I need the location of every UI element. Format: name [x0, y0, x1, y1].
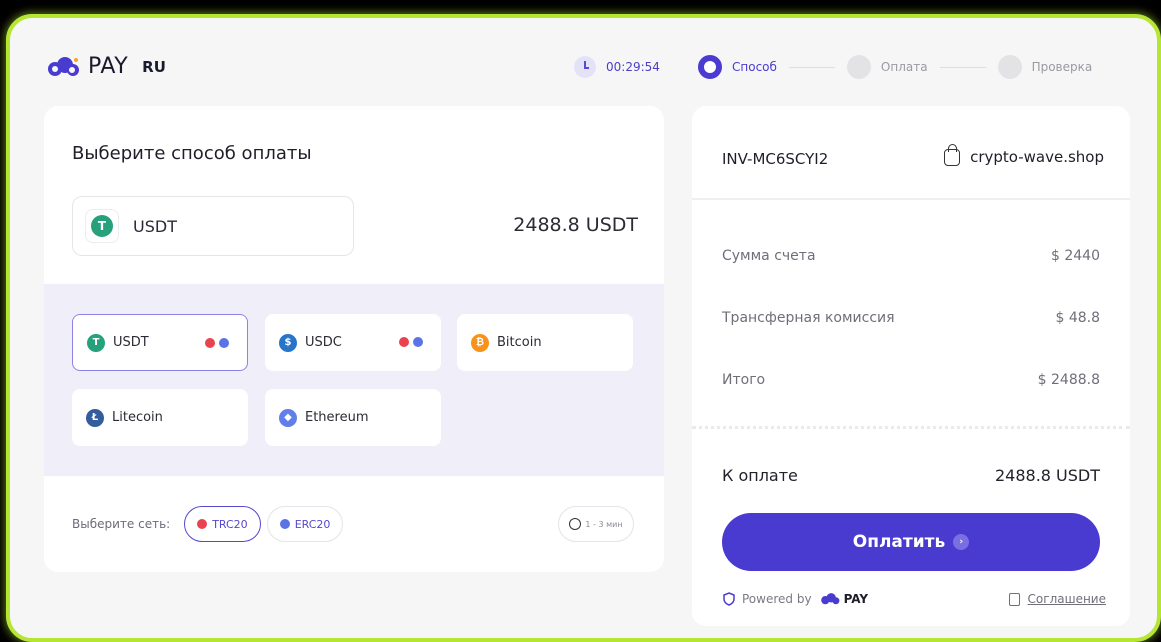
total-due: К оплате 2488.8 USDT — [722, 466, 1100, 485]
brand-name: PAY — [88, 54, 129, 79]
step-1-dot — [698, 55, 722, 79]
cloud-logo-icon — [48, 56, 79, 76]
usdc-icon: $ — [279, 333, 297, 352]
shopping-bag-icon — [944, 143, 961, 166]
logo: PAY RU — [46, 54, 166, 79]
summary-row-subtotal: Итого $ 2488.8 — [722, 372, 1100, 388]
step-3-label: Проверка — [1031, 60, 1093, 74]
countdown-timer: 00:29:54 — [574, 56, 660, 78]
powered-by: Powered by PAY — [722, 592, 868, 606]
method-litecoin[interactable]: Ł Litecoin — [72, 389, 248, 446]
pay-button-label: Оплатить — [852, 532, 946, 552]
timer-value: 00:29:54 — [606, 60, 660, 74]
clock-icon — [574, 56, 596, 78]
step-1-label: Способ — [732, 60, 777, 74]
chevron-right-icon: › — [953, 534, 970, 550]
method-label: Bitcoin — [497, 335, 542, 350]
network-badges — [399, 337, 423, 347]
ethereum-mini-icon — [219, 338, 229, 348]
merchant-name: crypto-wave.shop — [970, 148, 1104, 166]
method-label: USDT — [113, 335, 149, 350]
network-badges — [205, 338, 229, 348]
tron-icon — [197, 519, 208, 529]
total-value: 2488.8 USDT — [994, 466, 1100, 485]
method-usdt[interactable]: T USDT — [72, 314, 248, 371]
tether-icon: T — [91, 215, 113, 237]
row-label: Сумма счета — [722, 248, 816, 264]
ethereum-mini-icon — [413, 337, 423, 347]
powered-by-text: Powered by — [742, 592, 812, 606]
method-bitcoin[interactable]: ₿ Bitcoin — [457, 314, 633, 371]
tron-icon — [205, 338, 215, 348]
method-usdc[interactable]: $ USDC — [265, 314, 441, 371]
merchant: crypto-wave.shop — [944, 143, 1104, 166]
row-label: Трансферная комиссия — [722, 310, 895, 326]
litecoin-icon: Ł — [86, 408, 104, 427]
selected-currency-name: USDT — [133, 216, 177, 236]
tether-icon: T — [87, 333, 105, 352]
bitcoin-icon: ₿ — [471, 333, 489, 352]
agreement-link[interactable]: Соглашение — [1008, 592, 1106, 606]
network-label: Выберите сеть: — [72, 517, 171, 531]
network-trc20[interactable]: TRC20 — [184, 506, 261, 542]
step-connector — [939, 66, 986, 68]
cloud-logo-icon — [820, 593, 839, 605]
step-connector — [788, 66, 835, 68]
payment-amount: 2488.8 USDT — [513, 214, 638, 236]
row-label: Итого — [722, 372, 766, 388]
divider — [692, 198, 1130, 200]
selected-currency-icon-frame: T — [85, 209, 119, 243]
shield-icon — [723, 592, 735, 606]
step-2-label: Оплата — [880, 60, 928, 74]
total-label: К оплате — [722, 466, 798, 485]
method-label: Litecoin — [112, 410, 163, 425]
summary-row-amount: Сумма счета $ 2440 — [722, 248, 1100, 264]
step-3-dot — [997, 55, 1022, 79]
tron-icon — [399, 337, 409, 347]
method-ethereum[interactable]: ◆ Ethereum — [265, 389, 441, 446]
eta-badge: 1 - 3 мин — [558, 506, 634, 542]
invoice-summary-panel: INV-MC6SCYI2 crypto-wave.shop Сумма счет… — [692, 106, 1130, 626]
selected-currency[interactable]: T USDT — [72, 196, 354, 256]
network-erc20[interactable]: ERC20 — [266, 506, 344, 542]
row-value: $ 2440 — [1051, 248, 1100, 264]
dotted-divider — [692, 426, 1130, 429]
invoice-id: INV-MC6SCYI2 — [722, 150, 829, 168]
ethereum-icon: ◆ — [279, 408, 297, 427]
row-value: $ 2488.8 — [1037, 372, 1100, 388]
powered-by-brand: PAY — [843, 592, 869, 606]
ethereum-mini-icon — [279, 519, 290, 529]
document-icon — [1008, 592, 1020, 606]
stopwatch-icon — [569, 518, 582, 530]
language-switch[interactable]: RU — [142, 58, 166, 76]
step-2-dot — [846, 55, 871, 79]
network-selector: Выберите сеть: TRC20 ERC20 — [72, 506, 349, 542]
method-label: Ethereum — [305, 410, 369, 425]
payment-window: PAY RU 00:29:54 Способ Оплата Проверка В… — [6, 14, 1161, 642]
network-name: ERC20 — [294, 517, 331, 531]
method-grid: T USDT $ USDC ₿ Bitcoin Ł Litecoin ◆ Eth… — [44, 284, 664, 476]
summary-row-fee: Трансферная комиссия $ 48.8 — [722, 310, 1100, 326]
network-name: TRC20 — [212, 517, 248, 531]
pay-button[interactable]: Оплатить › — [722, 513, 1100, 571]
agreement-label: Соглашение — [1027, 592, 1106, 606]
progress-steps: Способ Оплата Проверка — [698, 55, 1092, 79]
method-label: USDC — [305, 335, 342, 350]
row-value: $ 48.8 — [1055, 310, 1100, 326]
eta-value: 1 - 3 мин — [585, 519, 623, 529]
panel-title: Выберите способ оплаты — [72, 143, 312, 164]
payment-method-panel: Выберите способ оплаты T USDT 2488.8 USD… — [44, 106, 664, 572]
